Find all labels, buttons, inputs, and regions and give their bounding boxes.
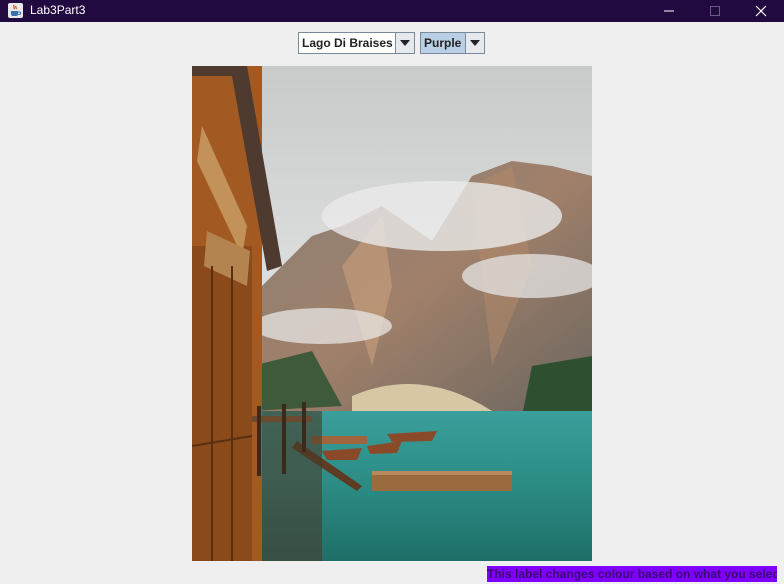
location-dropdown-toggle[interactable] <box>395 33 414 53</box>
maximize-button[interactable] <box>692 0 738 22</box>
status-label: This label changes colour based on what … <box>487 566 777 582</box>
chevron-down-icon <box>470 40 480 46</box>
close-button[interactable] <box>738 0 784 22</box>
window-title: Lab3Part3 <box>30 3 86 17</box>
location-dropdown-value: Lago Di Braises <box>302 36 393 50</box>
location-dropdown[interactable]: Lago Di Braises <box>298 32 415 54</box>
colour-dropdown[interactable]: Purple <box>420 32 485 54</box>
chevron-down-icon <box>400 40 410 46</box>
close-icon <box>755 5 767 17</box>
minimize-button[interactable] <box>646 0 692 22</box>
colour-dropdown-toggle[interactable] <box>465 33 484 53</box>
title-bar: Lab3Part3 <box>0 0 784 22</box>
minimize-icon <box>664 10 674 12</box>
maximize-icon <box>710 6 720 16</box>
lake-with-mountains-and-boathouse-photo <box>192 66 592 561</box>
colour-dropdown-value: Purple <box>421 33 466 53</box>
java-cup-icon <box>8 3 23 18</box>
